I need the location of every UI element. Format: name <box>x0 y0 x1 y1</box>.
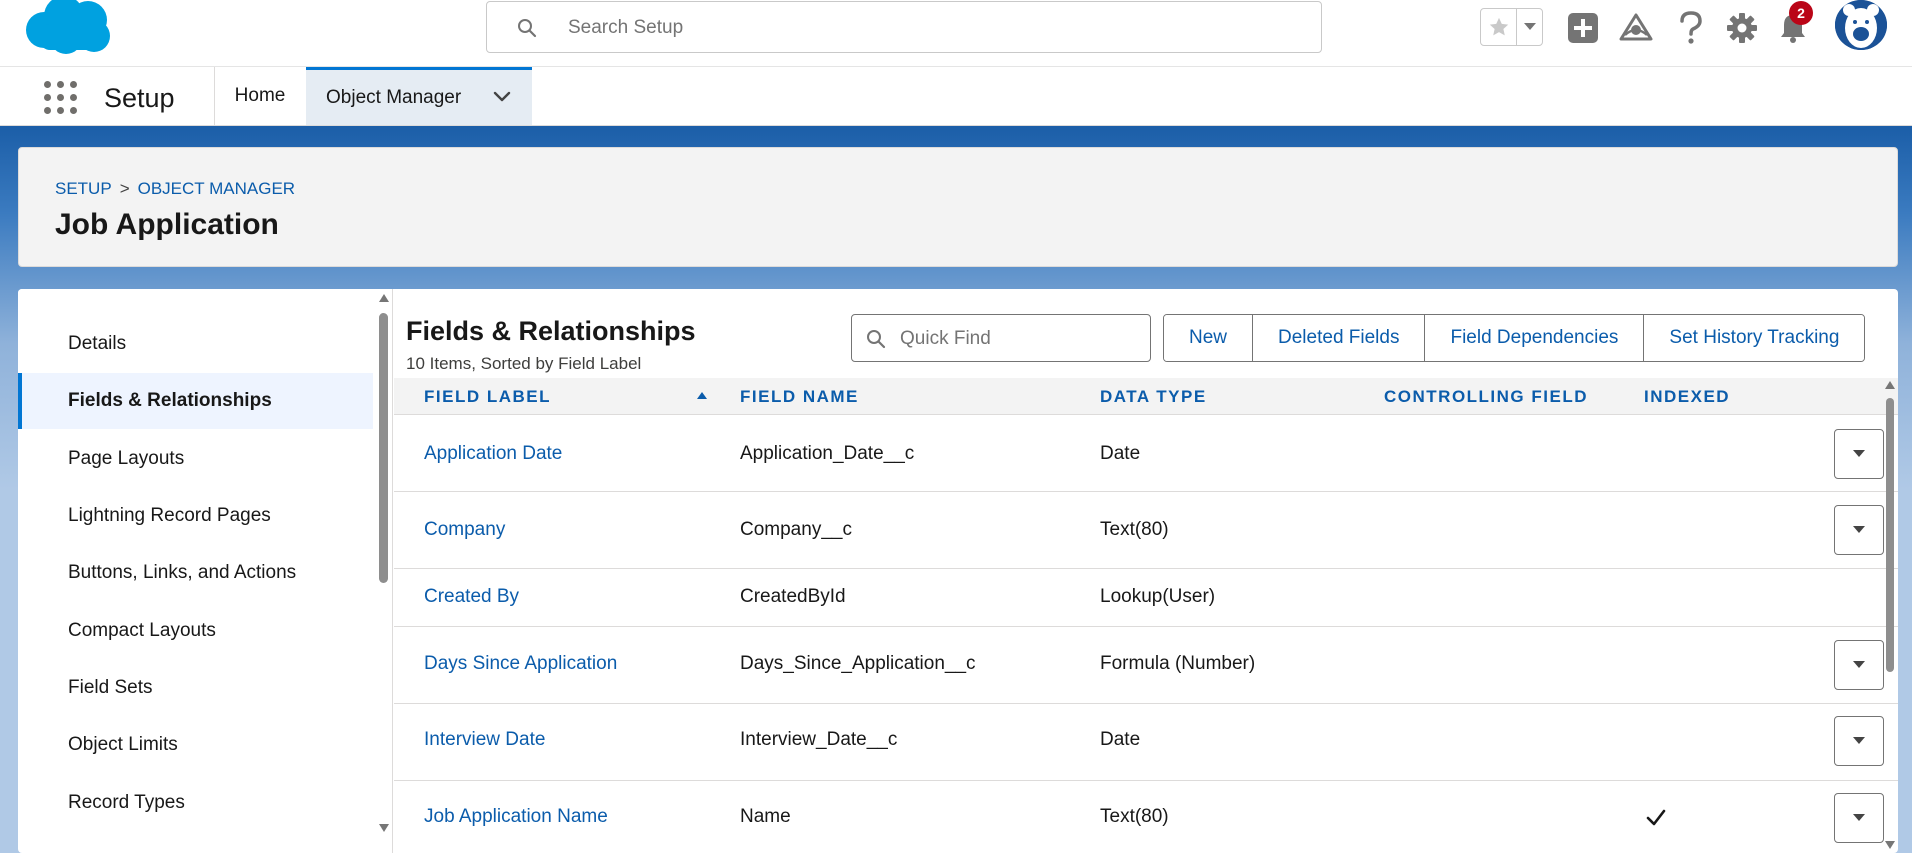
column-header-field-label[interactable]: FIELD LABEL <box>424 387 551 407</box>
row-action-menu-button[interactable] <box>1834 793 1884 843</box>
global-header: Search Setup 2 <box>0 0 1912 66</box>
table-scrollbar-thumb[interactable] <box>1886 398 1894 672</box>
column-header-indexed[interactable]: INDEXED <box>1644 387 1730 407</box>
table-row: Interview Date Interview_Date__c Date <box>394 705 1898 781</box>
column-header-controlling-field[interactable]: CONTROLLING FIELD <box>1384 387 1588 407</box>
field-dependencies-button[interactable]: Field Dependencies <box>1425 315 1645 361</box>
object-detail-card: Details Fields & Relationships Page Layo… <box>18 289 1898 853</box>
breadcrumb-object-manager[interactable]: OBJECT MANAGER <box>138 179 295 199</box>
checkmark-icon <box>1646 809 1666 826</box>
breadcrumb-separator: > <box>119 179 130 198</box>
sidebar-item-object-limits[interactable]: Object Limits <box>18 717 373 773</box>
section-title: Fields & Relationships <box>406 316 696 346</box>
row-action-menu-button[interactable] <box>1834 640 1884 690</box>
table-row: Created By CreatedById Lookup(User) <box>394 570 1898 627</box>
fields-button-group: New Deleted Fields Field Dependencies Se… <box>1163 314 1866 362</box>
field-data-type: Date <box>1100 443 1141 464</box>
sidebar-item-compact-layouts[interactable]: Compact Layouts <box>18 603 373 659</box>
table-header: FIELD LABEL FIELD NAME DATA TYPE CONTROL… <box>394 378 1898 415</box>
quick-find-input[interactable] <box>900 325 1140 353</box>
field-api-name: Interview_Date__c <box>740 729 898 750</box>
tab-object-manager[interactable]: Object Manager <box>306 67 532 125</box>
sort-ascending-icon[interactable] <box>697 392 707 399</box>
divider <box>392 289 393 853</box>
field-data-type: Date <box>1100 729 1141 750</box>
field-data-type: Text(80) <box>1100 519 1169 540</box>
field-api-name: CreatedById <box>740 586 846 607</box>
sidebar-item-buttons-links-actions[interactable]: Buttons, Links, and Actions <box>18 545 373 601</box>
search-icon <box>866 329 886 354</box>
quick-find-field[interactable] <box>851 314 1151 362</box>
table-row: Job Application Name Name Text(80) <box>394 782 1898 853</box>
scroll-up-arrow-icon[interactable] <box>378 293 390 303</box>
search-placeholder: Search Setup <box>568 17 684 38</box>
field-data-type: Formula (Number) <box>1100 653 1256 674</box>
column-header-data-type[interactable]: DATA TYPE <box>1100 387 1207 407</box>
deleted-fields-button[interactable]: Deleted Fields <box>1253 315 1426 361</box>
field-data-type: Text(80) <box>1100 806 1169 827</box>
avatar[interactable] <box>1835 0 1887 50</box>
notification-badge: 2 <box>1789 1 1813 25</box>
tab-object-manager-label: Object Manager <box>326 86 462 108</box>
chevron-down-icon <box>1853 526 1865 533</box>
chevron-down-icon[interactable] <box>492 86 512 112</box>
row-action-menu-button[interactable] <box>1834 716 1884 766</box>
chevron-down-icon <box>1853 737 1865 744</box>
star-icon[interactable] <box>1481 9 1516 45</box>
breadcrumb-setup[interactable]: SETUP <box>55 179 112 199</box>
field-label-link[interactable]: Application Date <box>424 443 562 465</box>
row-action-menu-button[interactable] <box>1834 429 1884 479</box>
section-subtitle: 10 Items, Sorted by Field Label <box>406 354 642 373</box>
table-scrollbar[interactable] <box>1882 378 1898 853</box>
object-sidebar: Details Fields & Relationships Page Layo… <box>18 289 374 839</box>
chevron-down-icon <box>1853 814 1865 821</box>
gear-icon[interactable] <box>1724 10 1760 46</box>
sidebar-item-lightning-record-pages[interactable]: Lightning Record Pages <box>18 488 373 544</box>
table-row: Application Date Application_Date__c Dat… <box>394 416 1898 492</box>
sidebar-item-page-layouts[interactable]: Page Layouts <box>18 431 373 487</box>
app-navigation-bar: Setup Home Object Manager <box>0 66 1912 126</box>
sidebar-scrollbar-thumb[interactable] <box>379 313 388 583</box>
field-label-link[interactable]: Job Application Name <box>424 806 608 828</box>
column-header-field-name[interactable]: FIELD NAME <box>740 387 859 407</box>
scroll-up-arrow-icon[interactable] <box>1884 380 1896 390</box>
field-api-name: Company__c <box>740 519 852 540</box>
add-icon[interactable] <box>1565 10 1601 46</box>
chevron-down-icon <box>1853 661 1865 668</box>
page-title: Job Application <box>55 208 279 241</box>
sidebar-item-record-types[interactable]: Record Types <box>18 775 373 831</box>
help-icon[interactable] <box>1673 10 1709 46</box>
sidebar-item-details[interactable]: Details <box>18 316 373 372</box>
scroll-down-arrow-icon[interactable] <box>1884 840 1896 850</box>
sidebar-item-fields-relationships[interactable]: Fields & Relationships <box>18 373 373 429</box>
table-row: Company Company__c Text(80) <box>394 493 1898 569</box>
field-label-link[interactable]: Company <box>424 519 505 541</box>
breadcrumb: SETUP > OBJECT MANAGER <box>55 179 295 199</box>
chevron-down-icon <box>1853 450 1865 457</box>
salesforce-logo[interactable] <box>22 0 114 58</box>
sidebar-item-field-sets[interactable]: Field Sets <box>18 660 373 716</box>
app-launcher-icon[interactable] <box>44 81 78 115</box>
new-field-button[interactable]: New <box>1164 315 1254 361</box>
tab-home[interactable]: Home <box>215 67 305 125</box>
chevron-down-icon[interactable] <box>1516 9 1542 45</box>
page-header: SETUP > OBJECT MANAGER Job Application <box>18 147 1898 267</box>
field-api-name: Application_Date__c <box>740 443 915 464</box>
table-row: Days Since Application Days_Since_Applic… <box>394 628 1898 704</box>
field-label-link[interactable]: Days Since Application <box>424 653 617 675</box>
field-label-link[interactable]: Interview Date <box>424 729 545 751</box>
favorites-control[interactable] <box>1480 8 1543 46</box>
trailhead-icon[interactable] <box>1618 10 1654 46</box>
app-name: Setup <box>104 83 175 113</box>
search-icon <box>517 18 537 43</box>
row-action-menu-button[interactable] <box>1834 505 1884 555</box>
field-api-name: Days_Since_Application__c <box>740 653 976 674</box>
field-data-type: Lookup(User) <box>1100 586 1216 607</box>
field-label-link[interactable]: Created By <box>424 586 519 608</box>
set-history-tracking-button[interactable]: Set History Tracking <box>1644 315 1865 361</box>
global-search-input[interactable]: Search Setup <box>486 1 1322 53</box>
scroll-down-arrow-icon[interactable] <box>378 823 390 833</box>
sidebar-scrollbar[interactable] <box>374 289 394 839</box>
field-api-name: Name <box>740 806 791 827</box>
